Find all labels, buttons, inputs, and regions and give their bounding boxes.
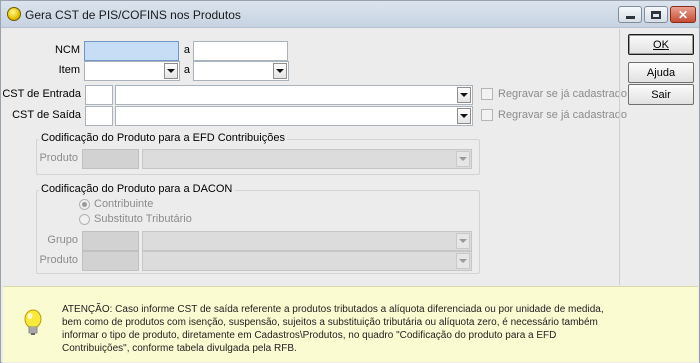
maximize-button[interactable] bbox=[644, 6, 668, 23]
minimize-icon bbox=[625, 16, 635, 19]
item-range-separator: a bbox=[183, 64, 190, 76]
item-from-dropdown-button[interactable] bbox=[164, 63, 178, 79]
cst-saida-select[interactable] bbox=[115, 106, 473, 126]
title-bar[interactable]: Gera CST de PIS/COFINS nos Produtos ✕ bbox=[1, 1, 699, 28]
radio-dot[interactable] bbox=[79, 213, 90, 225]
item-from-select[interactable] bbox=[84, 61, 180, 81]
cst-saida-code-input[interactable] bbox=[85, 106, 113, 126]
sair-button[interactable]: Sair bbox=[628, 84, 694, 105]
ncm-to-input[interactable] bbox=[193, 41, 288, 61]
warning-note-panel: ATENÇÃO: Caso informe CST de saída refer… bbox=[3, 286, 698, 362]
cst-saida-regravar-label: Regravar se já cadastrado bbox=[498, 109, 628, 121]
chevron-down-icon bbox=[276, 69, 284, 73]
radio-contribuinte[interactable]: Contribuinte bbox=[79, 198, 153, 210]
dialog-content: NCM a Item a CST de Entrada Regravar se … bbox=[2, 29, 699, 363]
cst-entrada-code-input[interactable] bbox=[85, 85, 113, 105]
chevron-down-icon bbox=[459, 157, 467, 161]
cst-saida-label: CST de Saída bbox=[12, 109, 81, 121]
dacon-grupo-dropdown-button[interactable] bbox=[456, 233, 470, 249]
app-icon bbox=[7, 7, 21, 21]
chevron-down-icon bbox=[459, 259, 467, 263]
chevron-down-icon bbox=[460, 114, 468, 118]
ok-button[interactable]: OK bbox=[628, 34, 694, 55]
efd-produto-select[interactable] bbox=[142, 149, 472, 169]
item-to-dropdown-button[interactable] bbox=[273, 63, 287, 79]
cst-entrada-label: CST de Entrada bbox=[2, 88, 81, 100]
warning-note-text: ATENÇÃO: Caso informe CST de saída refer… bbox=[62, 304, 604, 354]
dacon-grupo-code-input[interactable] bbox=[82, 231, 139, 251]
efd-produto-code-input[interactable] bbox=[82, 149, 139, 169]
radio-dot-selected[interactable] bbox=[79, 198, 90, 210]
radio-substituto-label: Substituto Tributário bbox=[94, 213, 192, 225]
cst-saida-dropdown-button[interactable] bbox=[457, 108, 471, 124]
dialog-window: Gera CST de PIS/COFINS nos Produtos ✕ NC… bbox=[0, 0, 700, 363]
close-icon: ✕ bbox=[677, 7, 689, 22]
cst-entrada-regravar-checkbox[interactable]: Regravar se já cadastrado bbox=[481, 88, 627, 100]
ncm-from-input[interactable] bbox=[84, 41, 179, 61]
dacon-produto-code-input[interactable] bbox=[82, 251, 139, 271]
dacon-grupo-select[interactable] bbox=[142, 231, 472, 251]
cst-saida-regravar-checkbox[interactable]: Regravar se já cadastrado bbox=[481, 109, 627, 121]
efd-produto-dropdown-button[interactable] bbox=[456, 151, 470, 167]
item-to-select[interactable] bbox=[193, 61, 289, 81]
close-button[interactable]: ✕ bbox=[670, 6, 696, 23]
cst-entrada-select[interactable] bbox=[115, 85, 473, 105]
button-panel-separator bbox=[619, 29, 620, 285]
radio-contribuinte-label: Contribuinte bbox=[94, 198, 154, 210]
checkbox-box[interactable] bbox=[481, 109, 493, 121]
cst-entrada-dropdown-button[interactable] bbox=[457, 87, 471, 103]
ncm-range-separator: a bbox=[183, 44, 190, 56]
dacon-grupo-label: Grupo bbox=[47, 234, 78, 246]
ok-button-label: OK bbox=[653, 38, 669, 51]
chevron-down-icon bbox=[460, 93, 468, 97]
minimize-button[interactable] bbox=[618, 6, 642, 23]
ajuda-button[interactable]: Ajuda bbox=[628, 62, 694, 83]
ajuda-button-label: Ajuda bbox=[646, 66, 676, 79]
sair-button-label: Sair bbox=[651, 88, 671, 101]
efd-produto-label: Produto bbox=[39, 152, 78, 164]
ncm-label: NCM bbox=[54, 44, 80, 56]
dacon-produto-select[interactable] bbox=[142, 251, 472, 271]
radio-substituto[interactable]: Substituto Tributário bbox=[79, 213, 192, 225]
chevron-down-icon bbox=[167, 69, 175, 73]
dacon-group-title: Codificação do Produto para a DACON bbox=[39, 183, 235, 195]
window-title: Gera CST de PIS/COFINS nos Produtos bbox=[25, 8, 241, 22]
maximize-icon bbox=[651, 10, 661, 19]
dacon-produto-label: Produto bbox=[39, 254, 78, 266]
checkbox-box[interactable] bbox=[481, 88, 493, 100]
chevron-down-icon bbox=[459, 239, 467, 243]
item-label: Item bbox=[58, 64, 80, 76]
cst-entrada-regravar-label: Regravar se já cadastrado bbox=[498, 88, 628, 100]
lightbulb-icon bbox=[24, 309, 42, 335]
dacon-produto-dropdown-button[interactable] bbox=[456, 253, 470, 269]
efd-group-title: Codificação do Produto para a EFD Contri… bbox=[39, 132, 287, 144]
